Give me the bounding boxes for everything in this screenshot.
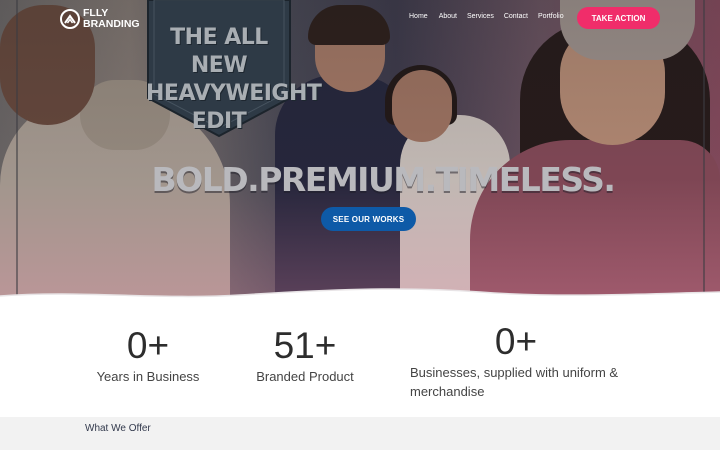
nav-contact[interactable]: Contact <box>504 13 528 20</box>
hero-overlay <box>0 0 720 300</box>
wave-divider <box>0 288 720 312</box>
stat-label: Businesses, supplied with uniform & merc… <box>410 365 619 399</box>
brand-name-line-2: BRANDING <box>83 18 140 30</box>
logo-mountain-icon <box>60 9 80 29</box>
badge-line-1: THE ALL NEW <box>170 25 268 78</box>
take-action-button[interactable]: TAKE ACTION <box>577 7 660 29</box>
brand-name: FLLY BRANDING <box>83 8 140 30</box>
nav-home[interactable]: Home <box>409 13 428 20</box>
brand-logo[interactable]: FLLY BRANDING <box>60 8 140 30</box>
frame-line-left <box>16 0 18 295</box>
frame-line-right <box>703 0 705 295</box>
stat-value: 51+ <box>273 325 337 366</box>
stat-years: 0+ Years in Business <box>92 325 204 384</box>
stat-businesses: 0+ Businesses, supplied with uniform & m… <box>410 321 622 401</box>
offer-title: What We Offer <box>85 423 151 434</box>
badge-line-2: HEAVYWEIGHT <box>146 81 322 106</box>
nav-about[interactable]: About <box>439 13 457 20</box>
offer-section: What We Offer <box>0 417 720 450</box>
hero-tagline: BOLD.PREMIUM.TIMELESS. <box>151 160 616 199</box>
main-nav: Home About Services Contact Portfolio <box>409 13 574 20</box>
nav-services[interactable]: Services <box>467 13 494 20</box>
nav-portfolio[interactable]: Portfolio <box>538 13 564 20</box>
stat-value: 0+ <box>126 325 170 366</box>
stat-value: 0+ <box>494 321 538 362</box>
stat-products: 51+ Branded Product <box>250 325 360 384</box>
heavyweight-badge: THE ALL NEW HEAVYWEIGHT EDIT <box>146 0 322 138</box>
stat-label: Branded Product <box>256 369 354 384</box>
hero-section: THE ALL NEW HEAVYWEIGHT EDIT BOLD.PREMIU… <box>0 0 720 300</box>
stat-label: Years in Business <box>96 369 200 384</box>
see-our-works-button[interactable]: SEE OUR WORKS <box>321 207 416 231</box>
badge-text: THE ALL NEW HEAVYWEIGHT EDIT <box>146 24 322 136</box>
badge-line-3: EDIT <box>191 109 247 134</box>
